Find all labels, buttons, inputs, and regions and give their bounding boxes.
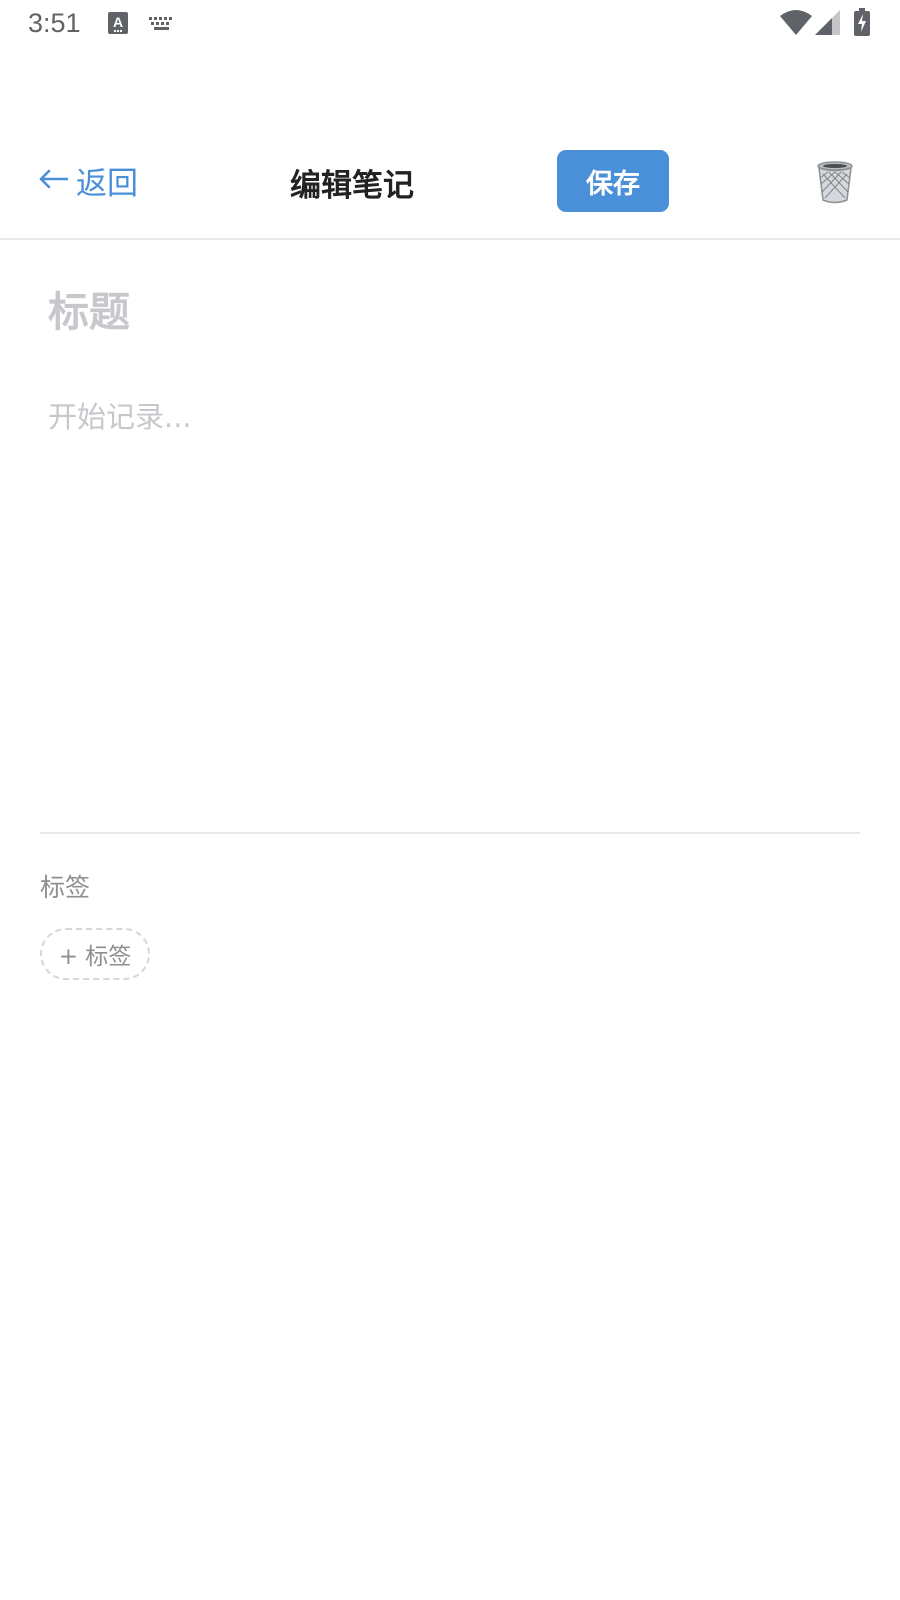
status-time: 3:51 <box>28 8 81 38</box>
back-button[interactable]: 返回 <box>38 158 138 202</box>
status-bar: 3:51 A <box>0 0 900 50</box>
keyboard-icon <box>149 16 175 35</box>
signal-icon <box>815 10 841 40</box>
delete-button[interactable] <box>815 160 859 204</box>
note-editor-screen: 3:51 A 返回 编辑笔记 保存 标题 开始记录... 标签 + 标签 <box>0 0 900 1600</box>
back-button-label: 返回 <box>76 165 138 202</box>
divider <box>40 832 860 834</box>
note-title-input[interactable] <box>48 288 848 336</box>
add-tag-button[interactable]: + 标签 <box>40 928 150 980</box>
svg-text:A: A <box>113 14 123 30</box>
wifi-icon <box>780 10 812 40</box>
tags-label: 标签 <box>40 873 91 902</box>
trash-icon <box>815 161 855 208</box>
save-button[interactable]: 保存 <box>557 150 669 212</box>
editor-header: 返回 编辑笔记 保存 <box>0 136 900 240</box>
text-input-icon: A <box>108 12 128 38</box>
page-title: 编辑笔记 <box>290 168 414 204</box>
battery-charging-icon <box>854 8 870 40</box>
arrow-left-icon <box>38 162 76 198</box>
note-body-input[interactable] <box>48 394 848 794</box>
